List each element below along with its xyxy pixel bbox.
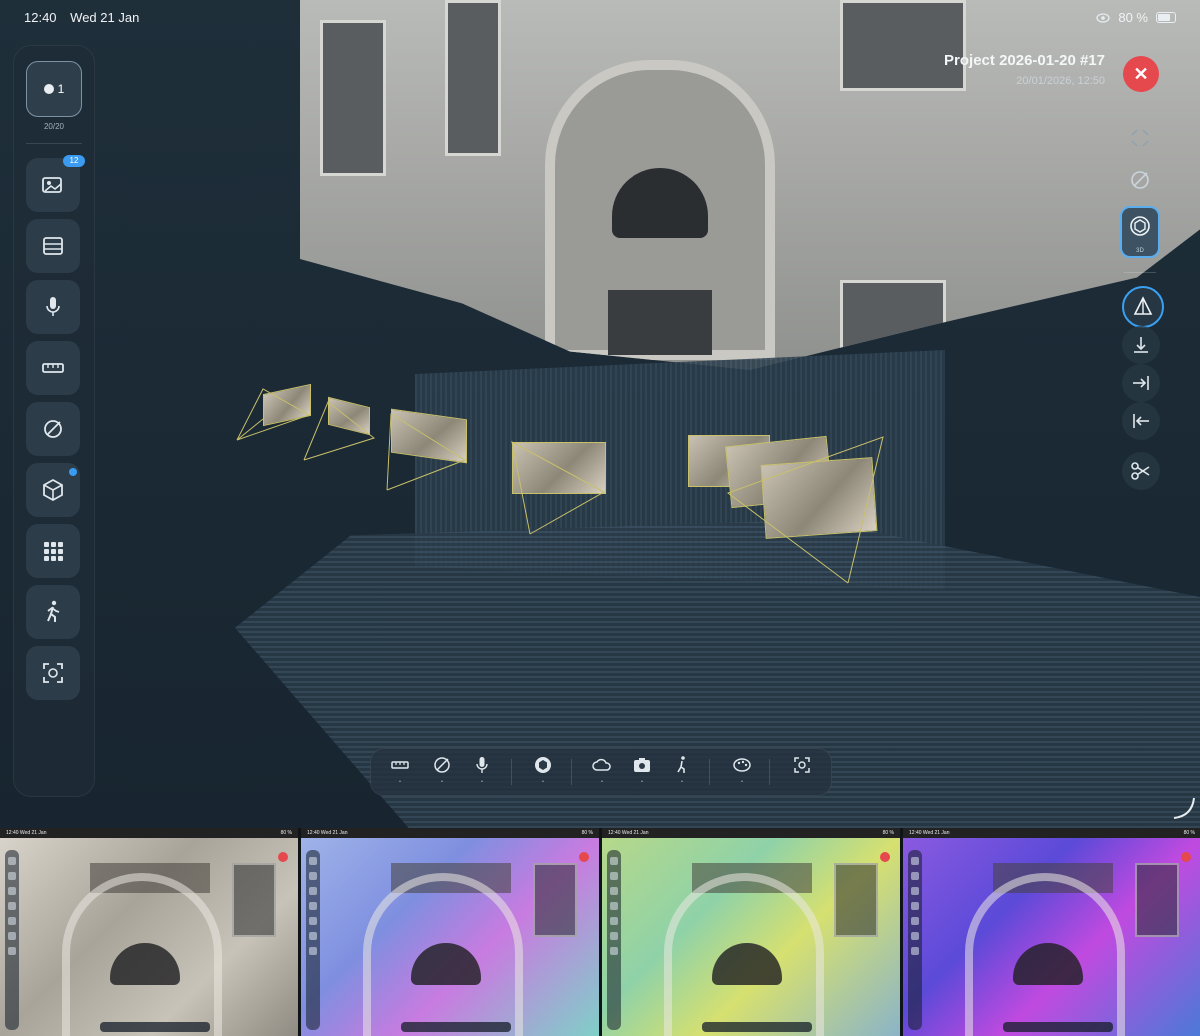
photos-icon [42,177,62,193]
battery-icon [1156,12,1176,23]
angle-tool-button[interactable] [1120,160,1160,200]
status-bar: 12:40 Wed 21 Jan 80 % [24,10,1176,26]
thumbnail-strip: 12:40 Wed 21 Jan 80 % 12:40 Wed 21 Jan 80 … [0,828,1200,1036]
toolbar-camera-button[interactable]: • [627,755,657,789]
camera-icon [634,758,650,772]
bottom-toolbar: • • • • • • • • [370,748,832,796]
toolbar-dot: • [441,779,443,785]
toolbar-dot: • [681,779,683,785]
close-icon: ✕ [1133,63,1149,84]
divider [571,759,572,785]
toolbar-dot: • [641,779,643,785]
grid-icon [44,542,63,561]
align-right-button[interactable] [1122,364,1160,402]
status-date: Wed 21 Jan [70,10,140,25]
eye-icon [1096,12,1110,23]
toolbar-scan-frame-button[interactable] [787,755,817,789]
project-header: Project 2026-01-20 #17 20/01/2026, 12:50 [944,52,1105,87]
left-sidebar: 1 20/20 12 [13,45,95,797]
toolbar-dot: • [542,779,544,785]
align-left-button[interactable] [1122,402,1160,440]
thumb-status-bar: 12:40 Wed 21 Jan 80 % [6,830,292,836]
divider [769,759,770,785]
toolbar-measure-button[interactable]: • [385,755,415,789]
thumbnail-color[interactable]: 12:40 Wed 21 Jan 80 % [0,828,298,1036]
ruler-icon [391,761,409,769]
thumbnail-normals[interactable]: 12:40 Wed 21 Jan 80 % [301,828,599,1036]
view-3d-button[interactable]: 3D [1120,206,1160,258]
resize-handle-icon[interactable] [1172,796,1196,820]
walk-icon [677,756,685,773]
toolbar-dot: • [601,779,603,785]
view-3d-label: 3D [1136,248,1144,254]
thumbnail-confidence[interactable]: 12:40 Wed 21 Jan 80 % [602,828,900,1036]
toolbar-walk-button[interactable]: • [667,755,697,789]
align-right-icon [1133,376,1149,390]
project-date: 20/01/2026, 12:50 [1016,75,1105,87]
viewer-3d[interactable]: 12:40 Wed 21 Jan 80 % Project 2026-01-20… [0,0,1200,828]
grid-button[interactable] [26,524,80,578]
angle-icon [1131,171,1149,189]
microphone-icon [476,757,488,773]
toolbar-dot: • [481,779,483,785]
angle-button[interactable] [26,402,80,456]
angle-icon [434,757,450,773]
walk-mode-button[interactable] [26,585,80,639]
angle-icon [44,420,62,438]
ruler-icon [42,363,64,373]
thumb-status-bar: 12:40 Wed 21 Jan 80 % [307,830,593,836]
toolbar-angle-button[interactable]: • [427,755,457,789]
photos-button[interactable]: 12 [26,155,85,212]
toolbar-dot: • [399,779,401,785]
notification-dot [69,468,77,476]
expand-icon [1131,129,1149,147]
perspective-button[interactable] [1122,286,1164,328]
close-button[interactable]: ✕ [1123,56,1159,92]
scan-frame-icon [794,757,810,773]
scan-dot-icon [43,84,54,94]
toolbar-dot: • [741,779,743,785]
align-left-icon [1133,414,1149,428]
cube-icon [43,478,63,502]
floor-align-icon [1134,337,1148,353]
perspective-icon [1133,296,1153,315]
photos-badge: 12 [63,155,85,167]
scan-frame-button[interactable] [26,646,80,700]
cube-view-icon [1130,216,1150,236]
voice-note-button[interactable] [26,280,80,334]
thumbnail-depth[interactable]: 12:40 Wed 21 Jan 80 % [903,828,1200,1036]
floor-align-button[interactable] [1122,326,1160,364]
measure-button[interactable] [26,341,80,395]
thumb-status-bar: 12:40 Wed 21 Jan 80 % [909,830,1195,836]
scan-frame-icon [43,663,63,683]
microphone-icon [46,297,60,316]
battery-percent: 80 % [1118,10,1148,25]
model-button[interactable] [26,463,80,517]
scan-counter-button[interactable]: 1 [26,61,82,117]
divider [26,143,82,144]
palette-icon [733,758,751,772]
project-name: Project 2026-01-20 #17 [944,52,1105,69]
toolbar-model-button[interactable]: • [528,755,558,789]
divider [511,759,512,785]
cloud-icon [592,758,611,771]
divider [709,759,710,785]
storage-icon [43,237,63,255]
status-time: 12:40 [24,10,57,25]
divider [1124,272,1156,273]
toolbar-voice-button[interactable]: • [467,755,497,789]
toolbar-cloud-button[interactable]: • [587,755,617,789]
cube-icon [535,757,551,773]
thumb-status-bar: 12:40 Wed 21 Jan 80 % [608,830,894,836]
scan-sublabel: 20/20 [43,122,65,131]
expand-button[interactable] [1120,118,1160,158]
walk-icon [47,600,60,622]
scan-count: 1 [57,82,65,96]
toolbar-palette-button[interactable]: • [727,755,757,789]
cut-button[interactable] [1122,452,1160,490]
storage-button[interactable] [26,219,80,273]
scissors-icon [1131,462,1150,480]
